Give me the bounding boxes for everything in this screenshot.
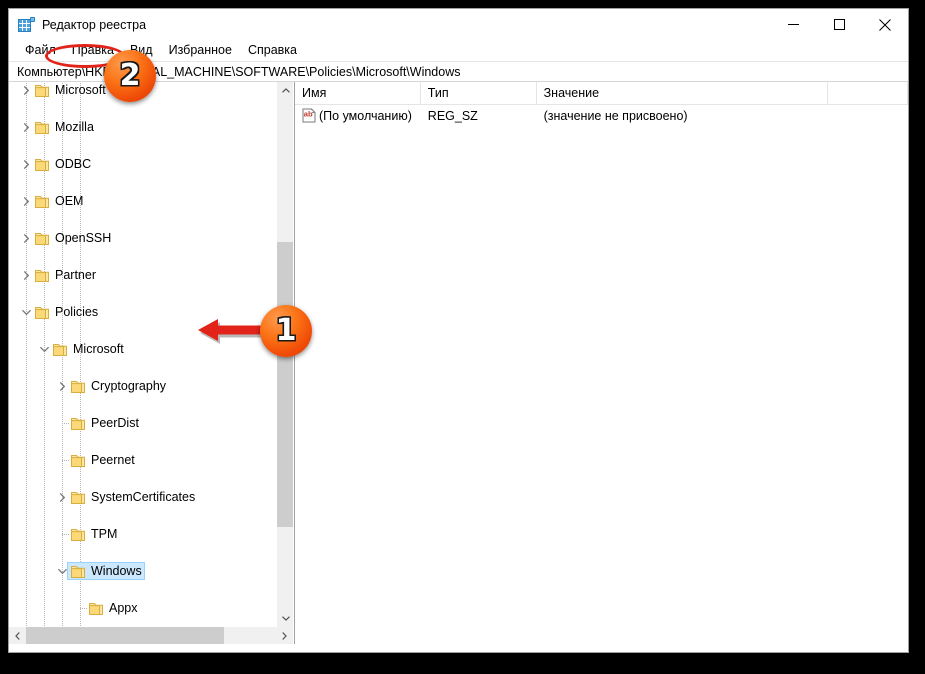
tree-item-label: PeerDist: [91, 416, 139, 431]
tree-item-label: Microsoft: [55, 83, 106, 98]
column-header-extra[interactable]: [828, 82, 908, 104]
string-value-icon: ab: [302, 108, 316, 123]
folder-icon: [71, 491, 87, 504]
chevron-right-icon[interactable]: [18, 229, 34, 247]
value-name-cell: ab (По умолчанию): [295, 108, 421, 123]
tree-indent-elbow: [62, 423, 69, 424]
tree-indent-elbow: [62, 534, 69, 535]
window-controls: [770, 9, 908, 40]
folder-icon: [35, 158, 51, 171]
folder-icon: [89, 602, 105, 615]
tree-item-systemcertificates[interactable]: SystemCertificates: [9, 488, 276, 507]
folder-icon: [35, 306, 51, 319]
column-header-name[interactable]: Имя: [295, 82, 421, 104]
menu-item-favorites[interactable]: Избранное: [161, 42, 240, 59]
tree-horizontal-scroll-thumb[interactable]: [26, 627, 224, 644]
tree-item-openssh[interactable]: OpenSSH: [9, 229, 276, 248]
title-bar: Редактор реестра: [9, 9, 908, 40]
folder-icon: [35, 269, 51, 282]
value-name-text: (По умолчанию): [319, 108, 412, 123]
chevron-right-icon[interactable]: [54, 488, 70, 506]
registry-values-pane: Имя Тип Значение ab (По умолчанию) REG_S…: [294, 82, 908, 644]
chevron-right-icon[interactable]: [18, 192, 34, 210]
chevron-right-icon[interactable]: [18, 155, 34, 173]
menu-item-file[interactable]: Файл: [17, 42, 64, 59]
value-data-cell: (значение не присвоено): [543, 108, 688, 123]
tree-item-appx[interactable]: Appx: [9, 599, 276, 618]
column-header-value[interactable]: Значение: [537, 82, 829, 104]
chevron-down-icon[interactable]: [36, 340, 52, 358]
tree-item-label: Mozilla: [55, 120, 94, 135]
scroll-right-icon[interactable]: [276, 627, 293, 644]
registry-path: Компьютер\HKEY_LOCAL_MACHINE\SOFTWARE\Po…: [17, 64, 461, 79]
tree-indent-elbow: [62, 460, 69, 461]
window-title: Редактор реестра: [42, 17, 147, 32]
chevron-right-icon[interactable]: [18, 118, 34, 136]
tree-item-peernet[interactable]: Peernet: [9, 451, 276, 470]
tree-item-label: Appx: [109, 601, 138, 616]
tree-item-peerdist[interactable]: PeerDist: [9, 414, 276, 433]
svg-text:ab: ab: [304, 110, 313, 119]
chevron-right-icon[interactable]: [18, 82, 34, 99]
maximize-button[interactable]: [816, 9, 862, 40]
step-badge-2: 2: [104, 50, 156, 102]
chevron-down-icon[interactable]: [54, 562, 70, 580]
tree-horizontal-scrollbar[interactable]: [9, 627, 293, 644]
tree-item-windows[interactable]: Windows: [9, 562, 276, 581]
value-type-cell: REG_SZ: [427, 108, 478, 123]
tree-viewport: Microsoft Mozilla ODBC OEM OpenSSH Partner Pol…: [9, 82, 276, 627]
folder-icon: [71, 454, 87, 467]
tree-item-label: OEM: [55, 194, 84, 209]
tree-item-partner[interactable]: Partner: [9, 266, 276, 285]
values-row-default[interactable]: ab (По умолчанию) REG_SZ (значение не пр…: [295, 105, 908, 126]
tree-item-label: SystemCertificates: [91, 490, 196, 505]
tree-item-label: Windows: [91, 564, 142, 579]
tree-item-cryptography[interactable]: Cryptography: [9, 377, 276, 396]
registry-editor-icon: [18, 16, 35, 33]
folder-icon: [71, 528, 87, 541]
tree-vertical-scroll-thumb[interactable]: [277, 242, 293, 527]
tree-indent-elbow: [80, 608, 87, 609]
tree-item-label: Policies: [55, 305, 99, 320]
minimize-button[interactable]: [770, 9, 816, 40]
tree-item-tpm[interactable]: TPM: [9, 525, 276, 544]
screenshot-root: Редактор реестра Файл Правка Вид Избранн…: [0, 0, 925, 674]
tree-item-microsoft[interactable]: Microsoft: [9, 340, 276, 359]
tree-item-odbc[interactable]: ODBC: [9, 155, 276, 174]
menu-item-help[interactable]: Справка: [240, 42, 305, 59]
tree-item-label: Cryptography: [91, 379, 167, 394]
folder-icon: [71, 380, 87, 393]
tree-item-oem[interactable]: OEM: [9, 192, 276, 211]
chevron-down-icon[interactable]: [18, 303, 34, 321]
step-badge-1: 1: [260, 305, 312, 357]
tree-item-label: TPM: [91, 527, 118, 542]
chevron-right-icon[interactable]: [18, 266, 34, 284]
registry-tree-pane: Microsoft Mozilla ODBC OEM OpenSSH Partner Pol…: [9, 82, 294, 644]
tree-item-label: ODBC: [55, 157, 92, 172]
tree-item-mozilla[interactable]: Mozilla: [9, 118, 276, 137]
column-header-type[interactable]: Тип: [421, 82, 537, 104]
folder-icon: [71, 565, 87, 578]
tree-item-policies[interactable]: Policies: [9, 303, 276, 322]
scroll-down-icon[interactable]: [277, 610, 293, 627]
content-panes: Microsoft Mozilla ODBC OEM OpenSSH Partner Pol…: [9, 82, 908, 644]
close-button[interactable]: [862, 9, 908, 40]
tree-item-label: Microsoft: [73, 342, 124, 357]
values-list-header: Имя Тип Значение: [295, 82, 908, 105]
folder-icon: [35, 195, 51, 208]
tree-item-label: Partner: [55, 268, 96, 283]
tree-item-label: OpenSSH: [55, 231, 112, 246]
folder-icon: [35, 84, 51, 97]
tree-item-label: Peernet: [91, 453, 135, 468]
folder-icon: [71, 417, 87, 430]
folder-icon: [35, 121, 51, 134]
scroll-up-icon[interactable]: [277, 82, 293, 99]
folder-icon: [35, 232, 51, 245]
chevron-right-icon[interactable]: [54, 377, 70, 395]
folder-icon: [53, 343, 69, 356]
scroll-left-icon[interactable]: [9, 627, 26, 644]
registry-editor-window: Редактор реестра Файл Правка Вид Избранн…: [8, 8, 909, 653]
registry-tree: Microsoft Mozilla ODBC OEM OpenSSH Partner Pol…: [9, 82, 276, 627]
